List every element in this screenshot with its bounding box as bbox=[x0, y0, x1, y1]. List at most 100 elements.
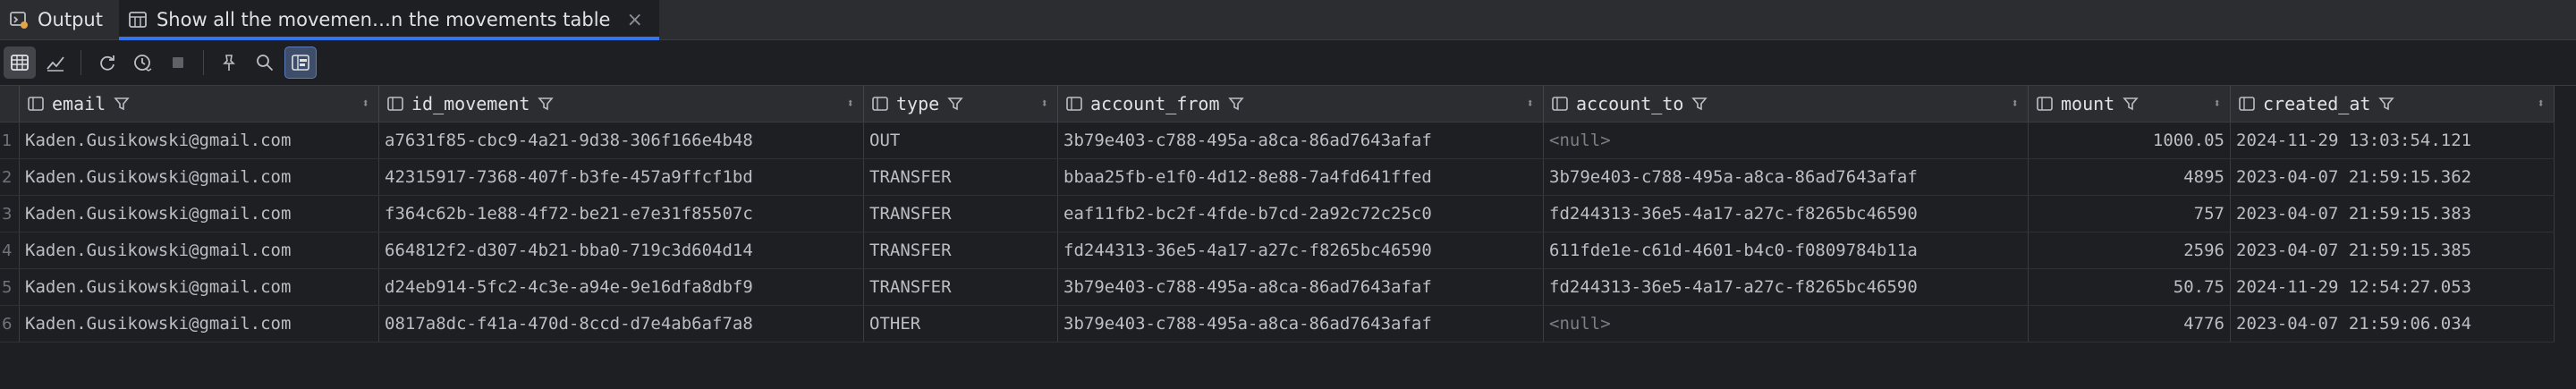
table-cell-type[interactable]: TRANSFER bbox=[864, 196, 1058, 232]
stop-button[interactable] bbox=[162, 47, 194, 79]
filter-icon[interactable] bbox=[113, 95, 131, 113]
table-view-button[interactable] bbox=[4, 47, 36, 79]
table-cell-account-from[interactable]: fd244313-36e5-4a17-a27c-f8265bc46590 bbox=[1058, 233, 1544, 268]
table-cell-account-to[interactable]: 611fde1e-c61d-4601-b4c0-f0809784b11a bbox=[1544, 233, 2029, 268]
search-button[interactable] bbox=[249, 47, 281, 79]
sort-icon[interactable]: ⬍ bbox=[2214, 97, 2221, 111]
stop-icon bbox=[173, 57, 183, 68]
sort-icon[interactable]: ⬍ bbox=[1527, 97, 1534, 111]
column-header-type[interactable]: type ⬍ bbox=[864, 86, 1058, 122]
table-cell-account-to[interactable]: fd244313-36e5-4a17-a27c-f8265bc46590 bbox=[1544, 269, 2029, 305]
table-cell-account-to[interactable]: <null> bbox=[1544, 123, 2029, 158]
column-header-created-at[interactable]: created_at ⬍ bbox=[2231, 86, 2555, 122]
refresh-icon bbox=[100, 55, 114, 71]
column-name: created_at bbox=[2263, 93, 2371, 114]
pin-button[interactable] bbox=[213, 47, 245, 79]
filter-icon[interactable] bbox=[2122, 95, 2140, 113]
filter-icon[interactable] bbox=[1227, 95, 1245, 113]
tab-output-label: Output bbox=[38, 9, 103, 30]
table-cell-account-to[interactable]: fd244313-36e5-4a17-a27c-f8265bc46590 bbox=[1544, 196, 2029, 232]
table-cell-created-at[interactable]: 2023-04-07 21:59:06.034 bbox=[2231, 306, 2555, 342]
table-cell-email[interactable]: Kaden.Gusikowski@gmail.com bbox=[20, 123, 379, 158]
table-cell-email[interactable]: Kaden.Gusikowski@gmail.com bbox=[20, 159, 379, 195]
chart-view-button[interactable] bbox=[39, 47, 72, 79]
table-cell-id-movement[interactable]: 664812f2-d307-4b21-bba0-719c3d604d14 bbox=[379, 233, 864, 268]
column-name: type bbox=[896, 93, 940, 114]
filter-icon[interactable] bbox=[1690, 95, 1708, 113]
table-cell-email[interactable]: Kaden.Gusikowski@gmail.com bbox=[20, 269, 379, 305]
table-cell-account-from[interactable]: 3b79e403-c788-495a-a8ca-86ad7643afaf bbox=[1058, 123, 1544, 158]
history-button[interactable] bbox=[126, 47, 158, 79]
table-cell-account-from[interactable]: 3b79e403-c788-495a-a8ca-86ad7643afaf bbox=[1058, 269, 1544, 305]
row-number: 1 bbox=[0, 123, 20, 158]
table-cell-id-movement[interactable]: d24eb914-5fc2-4c3e-a94e-9e16dfa8dbf9 bbox=[379, 269, 864, 305]
table-cell-id-movement[interactable]: f364c62b-1e88-4f72-be21-e7e31f85507c bbox=[379, 196, 864, 232]
sort-icon[interactable]: ⬍ bbox=[362, 97, 369, 111]
column-header-account-to[interactable]: account_to ⬍ bbox=[1544, 86, 2029, 122]
layout-button[interactable] bbox=[284, 47, 317, 79]
table-cell-mount[interactable]: 4895 bbox=[2029, 159, 2231, 195]
column-header-account-from[interactable]: account_from ⬍ bbox=[1058, 86, 1544, 122]
table-cell-mount[interactable]: 757 bbox=[2029, 196, 2231, 232]
refresh-button[interactable] bbox=[90, 47, 123, 79]
column-header-email[interactable]: email ⬍ bbox=[20, 86, 379, 122]
table-cell-created-at[interactable]: 2023-04-07 21:59:15.385 bbox=[2231, 233, 2555, 268]
layout-icon bbox=[292, 55, 309, 71]
table-cell-email[interactable]: Kaden.Gusikowski@gmail.com bbox=[20, 233, 379, 268]
table-cell-type[interactable]: OUT bbox=[864, 123, 1058, 158]
filter-icon[interactable] bbox=[946, 95, 964, 113]
filter-icon[interactable] bbox=[2377, 95, 2395, 113]
result-grid: email ⬍ id_movement ⬍ type ⬍ account_fro… bbox=[0, 86, 2555, 342]
output-icon bbox=[9, 10, 29, 30]
column-icon bbox=[1066, 97, 1082, 111]
tab-query-result-label: Show all the movemen…n the movements tab… bbox=[156, 9, 611, 30]
search-icon bbox=[257, 55, 274, 72]
row-number: 2 bbox=[0, 159, 20, 195]
table-cell-created-at[interactable]: 2024-11-29 12:54:27.053 bbox=[2231, 269, 2555, 305]
table-cell-id-movement[interactable]: 42315917-7368-407f-b3fe-457a9ffcf1bd bbox=[379, 159, 864, 195]
table-view-icon bbox=[11, 55, 29, 71]
table-cell-email[interactable]: Kaden.Gusikowski@gmail.com bbox=[20, 196, 379, 232]
table-cell-created-at[interactable]: 2024-11-29 13:03:54.121 bbox=[2231, 123, 2555, 158]
table-cell-type[interactable]: TRANSFER bbox=[864, 233, 1058, 268]
column-header-mount[interactable]: mount ⬍ bbox=[2029, 86, 2231, 122]
table-cell-id-movement[interactable]: a7631f85-cbc9-4a21-9d38-306f166e4b48 bbox=[379, 123, 864, 158]
chart-icon bbox=[47, 56, 64, 72]
sort-icon[interactable]: ⬍ bbox=[2538, 97, 2545, 111]
table-row[interactable]: 3 Kaden.Gusikowski@gmail.com f364c62b-1e88… bbox=[0, 196, 2555, 233]
tab-query-result[interactable]: Show all the movemen…n the movements tab… bbox=[118, 0, 659, 40]
table-cell-email[interactable]: Kaden.Gusikowski@gmail.com bbox=[20, 306, 379, 342]
sort-icon[interactable]: ⬍ bbox=[1041, 97, 1048, 111]
column-icon bbox=[1552, 97, 1568, 111]
table-cell-account-from[interactable]: eaf11fb2-bc2f-4fde-b7cd-2a92c72c25c0 bbox=[1058, 196, 1544, 232]
table-row[interactable]: 2 Kaden.Gusikowski@gmail.com 42315917-7368… bbox=[0, 159, 2555, 196]
sort-icon[interactable]: ⬍ bbox=[847, 97, 854, 111]
sort-icon[interactable]: ⬍ bbox=[2012, 97, 2019, 111]
table-row[interactable]: 4 Kaden.Gusikowski@gmail.com 664812f2-d307… bbox=[0, 233, 2555, 269]
table-cell-type[interactable]: TRANSFER bbox=[864, 269, 1058, 305]
table-cell-account-from[interactable]: bbaa25fb-e1f0-4d12-8e88-7a4fd641ffed bbox=[1058, 159, 1544, 195]
table-row[interactable]: 5 Kaden.Gusikowski@gmail.com d24eb914-5fc2… bbox=[0, 269, 2555, 306]
table-cell-account-to[interactable]: <null> bbox=[1544, 306, 2029, 342]
table-cell-id-movement[interactable]: 0817a8dc-f41a-470d-8ccd-d7e4ab6af7a8 bbox=[379, 306, 864, 342]
filter-icon[interactable] bbox=[537, 95, 555, 113]
table-cell-type[interactable]: TRANSFER bbox=[864, 159, 1058, 195]
row-number: 6 bbox=[0, 306, 20, 342]
close-icon[interactable]: × bbox=[626, 9, 642, 31]
toolbar-separator bbox=[80, 50, 81, 75]
history-icon bbox=[134, 55, 152, 72]
table-cell-mount[interactable]: 4776 bbox=[2029, 306, 2231, 342]
table-row[interactable]: 1 Kaden.Gusikowski@gmail.com a7631f85-cbc9… bbox=[0, 123, 2555, 159]
table-row[interactable]: 6 Kaden.Gusikowski@gmail.com 0817a8dc-f41a… bbox=[0, 306, 2555, 342]
table-cell-mount[interactable]: 50.75 bbox=[2029, 269, 2231, 305]
table-cell-mount[interactable]: 2596 bbox=[2029, 233, 2231, 268]
table-cell-type[interactable]: OTHER bbox=[864, 306, 1058, 342]
table-cell-account-from[interactable]: 3b79e403-c788-495a-a8ca-86ad7643afaf bbox=[1058, 306, 1544, 342]
tab-output[interactable]: Output bbox=[0, 0, 119, 39]
table-icon bbox=[128, 10, 148, 30]
table-cell-created-at[interactable]: 2023-04-07 21:59:15.362 bbox=[2231, 159, 2555, 195]
table-cell-created-at[interactable]: 2023-04-07 21:59:15.383 bbox=[2231, 196, 2555, 232]
column-header-id-movement[interactable]: id_movement ⬍ bbox=[379, 86, 864, 122]
table-cell-account-to[interactable]: 3b79e403-c788-495a-a8ca-86ad7643afaf bbox=[1544, 159, 2029, 195]
table-cell-mount[interactable]: 1000.05 bbox=[2029, 123, 2231, 158]
